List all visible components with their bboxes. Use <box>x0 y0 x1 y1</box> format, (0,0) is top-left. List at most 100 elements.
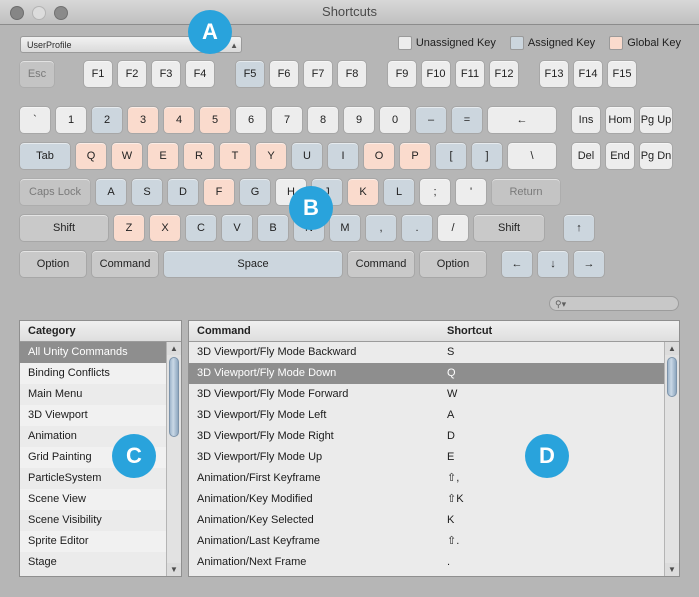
key-x[interactable]: X <box>149 214 181 242</box>
key--[interactable]: ← <box>487 106 557 134</box>
command-table-row[interactable]: 3D Viewport/Fly Mode Left A <box>189 405 679 426</box>
key-f8[interactable]: F8 <box>337 60 367 88</box>
category-list-item[interactable]: Sprite Editor <box>20 531 181 552</box>
key-hom[interactable]: Hom <box>605 106 635 134</box>
key-t[interactable]: T <box>219 142 251 170</box>
key-r[interactable]: R <box>183 142 215 170</box>
command-table-row[interactable]: 3D Viewport/Fly Mode Right D <box>189 426 679 447</box>
key-del[interactable]: Del <box>571 142 601 170</box>
scroll-up-icon[interactable]: ▲ <box>665 342 679 355</box>
search-box[interactable]: ⚲▾ <box>549 296 679 312</box>
key-f12[interactable]: F12 <box>489 60 519 88</box>
key-f3[interactable]: F3 <box>151 60 181 88</box>
key-c[interactable]: C <box>185 214 217 242</box>
command-table-row[interactable]: 3D Viewport/Fly Mode Up E <box>189 447 679 468</box>
command-table-row[interactable]: 3D Viewport/Fly Mode Forward W <box>189 384 679 405</box>
key-f6[interactable]: F6 <box>269 60 299 88</box>
category-list-item[interactable]: Stage <box>20 552 181 573</box>
search-input[interactable] <box>572 297 676 312</box>
key-command[interactable]: Command <box>91 250 159 278</box>
key-end[interactable]: End <box>605 142 635 170</box>
key-f5[interactable]: F5 <box>235 60 265 88</box>
command-list[interactable]: 3D Viewport/Fly Mode Backward S 3D Viewpor… <box>189 342 679 576</box>
key-esc[interactable]: Esc <box>19 60 55 88</box>
key--[interactable]: ' <box>455 178 487 206</box>
key--[interactable]: → <box>573 250 605 278</box>
key-7[interactable]: 7 <box>271 106 303 134</box>
key-s[interactable]: S <box>131 178 163 206</box>
scroll-down-icon[interactable]: ▼ <box>167 563 181 576</box>
key-ins[interactable]: Ins <box>571 106 601 134</box>
key-command[interactable]: Command <box>347 250 415 278</box>
key-6[interactable]: 6 <box>235 106 267 134</box>
key-o[interactable]: O <box>363 142 395 170</box>
key-f13[interactable]: F13 <box>539 60 569 88</box>
category-list-item[interactable]: 3D Viewport <box>20 405 181 426</box>
key-pg-up[interactable]: Pg Up <box>639 106 673 134</box>
key-f4[interactable]: F4 <box>185 60 215 88</box>
key-3[interactable]: 3 <box>127 106 159 134</box>
category-list-item[interactable]: Binding Conflicts <box>20 363 181 384</box>
key-w[interactable]: W <box>111 142 143 170</box>
category-list-item[interactable]: Animation <box>20 426 181 447</box>
key-return[interactable]: Return <box>491 178 561 206</box>
key-q[interactable]: Q <box>75 142 107 170</box>
key-v[interactable]: V <box>221 214 253 242</box>
key-2[interactable]: 2 <box>91 106 123 134</box>
scroll-up-icon[interactable]: ▲ <box>167 342 181 355</box>
key-z[interactable]: Z <box>113 214 145 242</box>
category-list[interactable]: All Unity Commands Binding Conflicts Main … <box>20 342 181 576</box>
key-f1[interactable]: F1 <box>83 60 113 88</box>
key-e[interactable]: E <box>147 142 179 170</box>
category-list-item[interactable]: Grid Painting <box>20 447 181 468</box>
key-shift[interactable]: Shift <box>473 214 545 242</box>
key-caps-lock[interactable]: Caps Lock <box>19 178 91 206</box>
command-table-row[interactable]: 3D Viewport/Fly Mode Down Q <box>189 363 679 384</box>
command-scroll-thumb[interactable] <box>667 357 677 397</box>
key-8[interactable]: 8 <box>307 106 339 134</box>
category-list-item[interactable]: Scene View <box>20 489 181 510</box>
key-f11[interactable]: F11 <box>455 60 485 88</box>
key--[interactable]: . <box>401 214 433 242</box>
command-table-row[interactable]: Animation/First Keyframe ⇧, <box>189 468 679 489</box>
key--[interactable]: ] <box>471 142 503 170</box>
key-p[interactable]: P <box>399 142 431 170</box>
key--[interactable]: ← <box>501 250 533 278</box>
key-f9[interactable]: F9 <box>387 60 417 88</box>
key--[interactable]: [ <box>435 142 467 170</box>
category-list-item[interactable]: ParticleSystem <box>20 468 181 489</box>
key-l[interactable]: L <box>383 178 415 206</box>
key--[interactable]: , <box>365 214 397 242</box>
key-d[interactable]: D <box>167 178 199 206</box>
key-f7[interactable]: F7 <box>303 60 333 88</box>
category-scrollbar[interactable]: ▲ ▼ <box>166 342 181 576</box>
key-f15[interactable]: F15 <box>607 60 637 88</box>
key-0[interactable]: 0 <box>379 106 411 134</box>
key--[interactable]: ↓ <box>537 250 569 278</box>
command-table-row[interactable]: Animation/Key Modified ⇧K <box>189 489 679 510</box>
command-table-row[interactable]: Animation/Key Selected K <box>189 510 679 531</box>
category-list-item[interactable]: Scene Visibility <box>20 510 181 531</box>
category-list-item[interactable]: Main Menu <box>20 384 181 405</box>
key-shift[interactable]: Shift <box>19 214 109 242</box>
key-f[interactable]: F <box>203 178 235 206</box>
command-table-row[interactable]: Animation/Last Keyframe ⇧. <box>189 531 679 552</box>
key--[interactable]: = <box>451 106 483 134</box>
key--[interactable]: ` <box>19 106 51 134</box>
key-f2[interactable]: F2 <box>117 60 147 88</box>
command-table-row[interactable]: 3D Viewport/Fly Mode Backward S <box>189 342 679 363</box>
key-option[interactable]: Option <box>419 250 487 278</box>
key-tab[interactable]: Tab <box>19 142 71 170</box>
key-pg-dn[interactable]: Pg Dn <box>639 142 673 170</box>
key--[interactable]: – <box>415 106 447 134</box>
key-5[interactable]: 5 <box>199 106 231 134</box>
category-list-item[interactable]: All Unity Commands <box>20 342 181 363</box>
key--[interactable]: ; <box>419 178 451 206</box>
key-9[interactable]: 9 <box>343 106 375 134</box>
key-b[interactable]: B <box>257 214 289 242</box>
key-f14[interactable]: F14 <box>573 60 603 88</box>
key-u[interactable]: U <box>291 142 323 170</box>
key-space[interactable]: Space <box>163 250 343 278</box>
key-i[interactable]: I <box>327 142 359 170</box>
key-a[interactable]: A <box>95 178 127 206</box>
